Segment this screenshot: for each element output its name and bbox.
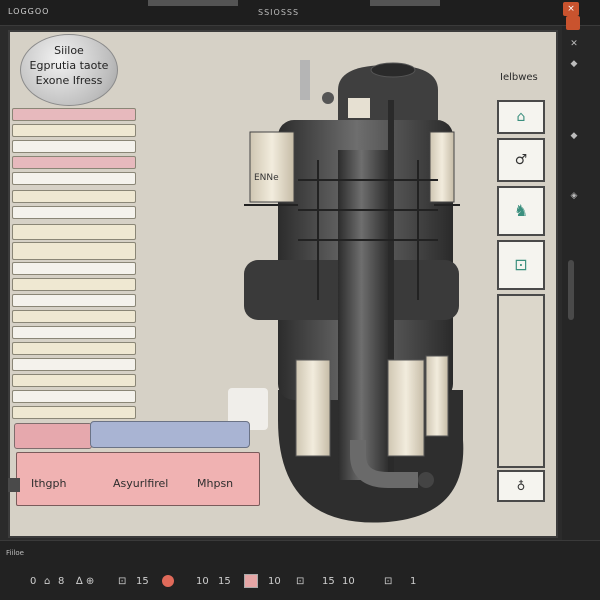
paper-sheet[interactable]: [12, 140, 136, 153]
paper-sheet[interactable]: [12, 108, 136, 121]
top-tab-strip: [148, 0, 238, 6]
side-button-figure[interactable]: ♞: [497, 186, 545, 236]
rail-tool-icon[interactable]: ◈: [568, 190, 580, 202]
pink-block-button[interactable]: [14, 423, 92, 449]
paper-sheet[interactable]: [12, 224, 136, 240]
paper-sheet[interactable]: [12, 390, 136, 403]
paper-sheet[interactable]: [12, 124, 136, 137]
status-label: Fiiloe: [6, 549, 24, 557]
top-tab-strip-2: [370, 0, 440, 6]
link-icon: ♂: [514, 152, 528, 168]
paper-sheet[interactable]: [12, 294, 136, 307]
rail-tool-icon[interactable]: ✕: [568, 38, 580, 50]
tank-label: ENNe: [254, 173, 279, 183]
paper-sheet[interactable]: [12, 156, 136, 169]
paper-sheet[interactable]: [12, 206, 136, 219]
status-item[interactable]: 15: [136, 576, 149, 587]
status-item[interactable]: ⊡: [384, 576, 392, 587]
rail-tool-icon[interactable]: ◆: [568, 130, 580, 142]
status-item[interactable]: 10: [268, 576, 281, 587]
badge-line-2: Egprutia taote: [29, 59, 109, 72]
badge-line-3: Exone Ifress: [35, 74, 103, 87]
blue-block-button[interactable]: [90, 421, 250, 448]
side-button-link[interactable]: ♂: [497, 138, 545, 182]
paper-sheet[interactable]: [12, 278, 136, 291]
badge-line-1: Siiloe: [54, 44, 84, 57]
paper-sheet[interactable]: [12, 326, 136, 339]
status-item[interactable]: 8: [58, 576, 64, 587]
paper-sheet[interactable]: [12, 310, 136, 323]
paper-sheet[interactable]: [12, 374, 136, 387]
paper-sheet[interactable]: [12, 342, 136, 355]
app-window: LOGGOO SSIOSSS × ✕ ◆ ◆ ◈ Siiloe Egprutia…: [0, 0, 600, 600]
status-bar: Fiiloe 0 ⌂ 8 ∆ ⊕ ⊡ 15 10 15 10 ⊡ 15 10 ⊡…: [0, 540, 600, 600]
window-title: SSIOSSS: [258, 8, 300, 17]
status-item[interactable]: 10: [196, 576, 209, 587]
footer-label-3[interactable]: Mhpsn: [197, 477, 233, 490]
status-item[interactable]: ⊡: [118, 576, 126, 587]
paper-sheet[interactable]: [12, 358, 136, 371]
footer-label-1[interactable]: Ithgph: [31, 477, 66, 490]
paper-sheet[interactable]: [12, 406, 136, 419]
paper-sheet[interactable]: [12, 190, 136, 203]
title-bar: LOGGOO SSIOSSS ×: [0, 0, 600, 26]
status-item[interactable]: 15: [322, 576, 335, 587]
side-panel-area: [497, 294, 545, 468]
status-item[interactable]: ∆ ⊕: [76, 576, 94, 587]
scrollbar-thumb[interactable]: [568, 260, 574, 320]
logo-badge: Siiloe Egprutia taote Exone Ifress: [20, 34, 118, 106]
app-name: LOGGOO: [8, 7, 50, 16]
status-item[interactable]: ⊡: [296, 576, 304, 587]
status-item[interactable]: 0: [30, 576, 36, 587]
color-swatch[interactable]: [244, 574, 258, 588]
record-icon[interactable]: [162, 575, 174, 587]
figure-icon: ♞: [513, 201, 529, 220]
paper-sheet[interactable]: [12, 172, 136, 185]
side-button-home[interactable]: ⌂: [497, 100, 545, 134]
machine-illustration: ENNe: [244, 60, 464, 523]
status-item[interactable]: ⌂: [44, 576, 50, 587]
status-item[interactable]: 1: [410, 576, 416, 587]
rail-tool-icon[interactable]: ◆: [568, 58, 580, 70]
close-button[interactable]: ×: [563, 2, 579, 16]
grid-icon: ⊡: [514, 255, 528, 274]
side-button-settings[interactable]: ♁: [497, 470, 545, 502]
footer-label-2[interactable]: Asyurlfirel: [113, 477, 168, 490]
side-button-grid[interactable]: ⊡: [497, 240, 545, 290]
home-icon: ⌂: [516, 109, 526, 125]
footer-toolbar: Ithgph Asyurlfirel Mhpsn: [16, 452, 260, 506]
settings-icon: ♁: [516, 479, 526, 493]
status-item[interactable]: 10: [342, 576, 355, 587]
footer-handle[interactable]: [8, 478, 20, 492]
status-item[interactable]: 15: [218, 576, 231, 587]
paper-sheet[interactable]: [12, 242, 136, 260]
paper-sheet[interactable]: [12, 262, 136, 275]
panel-close-button[interactable]: [566, 16, 580, 30]
side-panel-label: Ielbwes: [500, 72, 538, 83]
